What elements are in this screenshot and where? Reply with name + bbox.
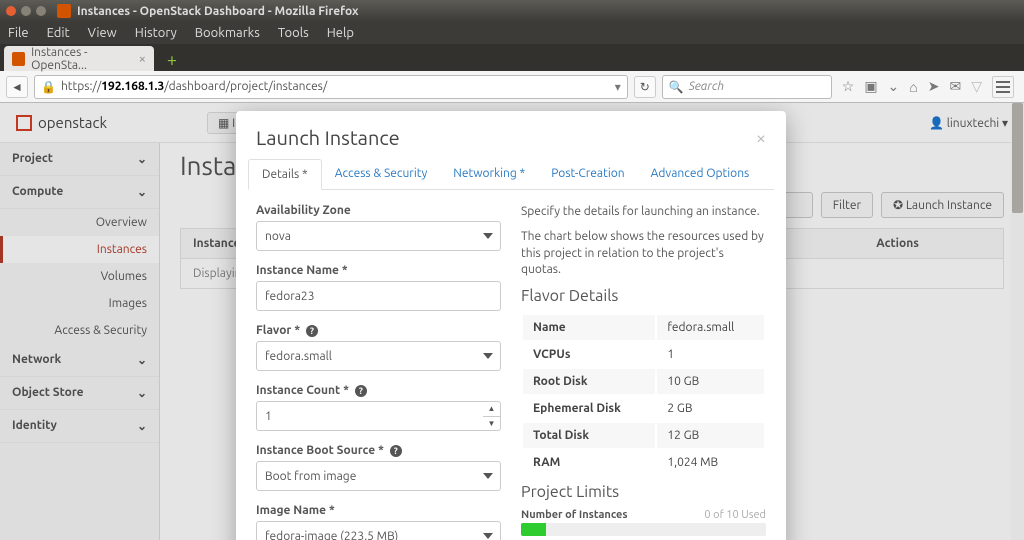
page-content: openstack ▦ Innovation ▾ 👤 linuxtechi ▾ …	[0, 103, 1024, 540]
url-scheme: https://	[61, 80, 101, 93]
limit-instances-label: Number of Instances	[521, 509, 628, 521]
label-instance-count: Instance Count * ?	[256, 384, 501, 397]
firefox-icon	[57, 4, 71, 18]
menu-view[interactable]: View	[88, 26, 117, 40]
modal-close-button[interactable]: ×	[756, 128, 766, 148]
label-flavor: Flavor * ?	[256, 324, 501, 337]
limit-instances-used: 0 of 10 Used	[704, 509, 766, 521]
menu-file[interactable]: File	[8, 26, 29, 40]
url-path: /dashboard/project/instances/	[164, 80, 327, 93]
instance-count-input[interactable]	[256, 401, 483, 431]
tab-post-creation[interactable]: Post-Creation	[538, 159, 637, 189]
shield-icon[interactable]: ▽	[971, 78, 982, 95]
menu-edit[interactable]: Edit	[47, 26, 70, 40]
lock-icon: 🔒	[41, 80, 56, 94]
tab-access-security[interactable]: Access & Security	[322, 159, 441, 189]
image-name-select[interactable]: fedora-image (223.5 MB)	[256, 521, 501, 540]
search-placeholder: Search	[689, 80, 724, 93]
browser-navbar: ◄ 🔒 https://192.168.1.3/dashboard/projec…	[0, 71, 1024, 103]
window-maximize-icon[interactable]	[36, 6, 46, 16]
limit-instances-bar	[521, 523, 766, 536]
modal-title: Launch Instance	[256, 126, 400, 149]
browser-tabbar: Instances - OpenSta... × +	[0, 44, 1024, 71]
tab-networking[interactable]: Networking *	[440, 159, 538, 189]
window-close-icon[interactable]	[6, 6, 16, 16]
send-icon[interactable]: ➤	[928, 78, 940, 95]
search-bar[interactable]: 🔍 Search	[662, 75, 832, 99]
back-button[interactable]: ◄	[6, 76, 28, 98]
star-icon[interactable]: ☆	[842, 78, 855, 95]
menu-history[interactable]: History	[135, 26, 177, 40]
modal-description-1: Specify the details for launching an ins…	[521, 204, 766, 221]
flavor-select[interactable]: fedora.small	[256, 341, 501, 371]
help-icon[interactable]: ?	[390, 445, 402, 457]
new-tab-button[interactable]: +	[160, 51, 184, 71]
chevron-down-icon[interactable]: ▼	[483, 417, 500, 431]
menu-tools[interactable]: Tools	[278, 26, 309, 40]
url-host: 192.168.1.3	[101, 80, 164, 93]
search-icon: 🔍	[669, 80, 684, 94]
window-titlebar: Instances - OpenStack Dashboard - Mozill…	[0, 0, 1024, 22]
launch-instance-modal: Launch Instance × Details * Access & Sec…	[236, 111, 786, 540]
reload-button[interactable]: ↻	[634, 76, 656, 98]
hamburger-menu-button[interactable]	[992, 76, 1014, 98]
tab-advanced-options[interactable]: Advanced Options	[638, 159, 763, 189]
chat-icon[interactable]: ✉	[949, 78, 961, 95]
clipboard-icon[interactable]: ▣	[864, 78, 877, 95]
tab-close-icon[interactable]: ×	[139, 52, 146, 66]
spinner-buttons[interactable]: ▲▼	[483, 401, 501, 431]
modal-description-2: The chart below shows the resources used…	[521, 229, 766, 279]
browser-tab[interactable]: Instances - OpenSta... ×	[4, 46, 154, 71]
availability-zone-select[interactable]: nova	[256, 221, 501, 251]
label-boot-source: Instance Boot Source * ?	[256, 444, 501, 457]
chevron-up-icon[interactable]: ▲	[483, 402, 500, 417]
window-title: Instances - OpenStack Dashboard - Mozill…	[77, 5, 359, 18]
tab-details[interactable]: Details *	[248, 159, 322, 190]
label-image-name: Image Name *	[256, 504, 501, 517]
label-availability-zone: Availability Zone	[256, 204, 501, 217]
menu-bookmarks[interactable]: Bookmarks	[195, 26, 260, 40]
home-icon[interactable]: ⌂	[909, 79, 917, 95]
app-menubar: File Edit View History Bookmarks Tools H…	[0, 22, 1024, 44]
tab-favicon-icon	[12, 52, 25, 66]
url-bar[interactable]: 🔒 https://192.168.1.3/dashboard/project/…	[34, 75, 628, 99]
project-limits-heading: Project Limits	[521, 483, 766, 501]
pocket-icon[interactable]: ⌄	[888, 78, 900, 95]
help-icon[interactable]: ?	[355, 385, 367, 397]
tab-title: Instances - OpenSta...	[31, 46, 139, 72]
instance-name-input[interactable]	[256, 281, 501, 311]
help-icon[interactable]: ?	[306, 325, 318, 337]
label-instance-name: Instance Name *	[256, 264, 501, 277]
url-dropdown-icon[interactable]: ▾	[615, 80, 621, 94]
page-scrollbar[interactable]	[1011, 103, 1024, 540]
flavor-details-table: Namefedora.small VCPUs1 Root Disk10 GB E…	[521, 313, 766, 477]
modal-tabs: Details * Access & Security Networking *…	[248, 159, 774, 190]
flavor-details-heading: Flavor Details	[521, 287, 766, 305]
window-minimize-icon[interactable]	[21, 6, 31, 16]
boot-source-select[interactable]: Boot from image	[256, 461, 501, 491]
menu-help[interactable]: Help	[327, 26, 354, 40]
